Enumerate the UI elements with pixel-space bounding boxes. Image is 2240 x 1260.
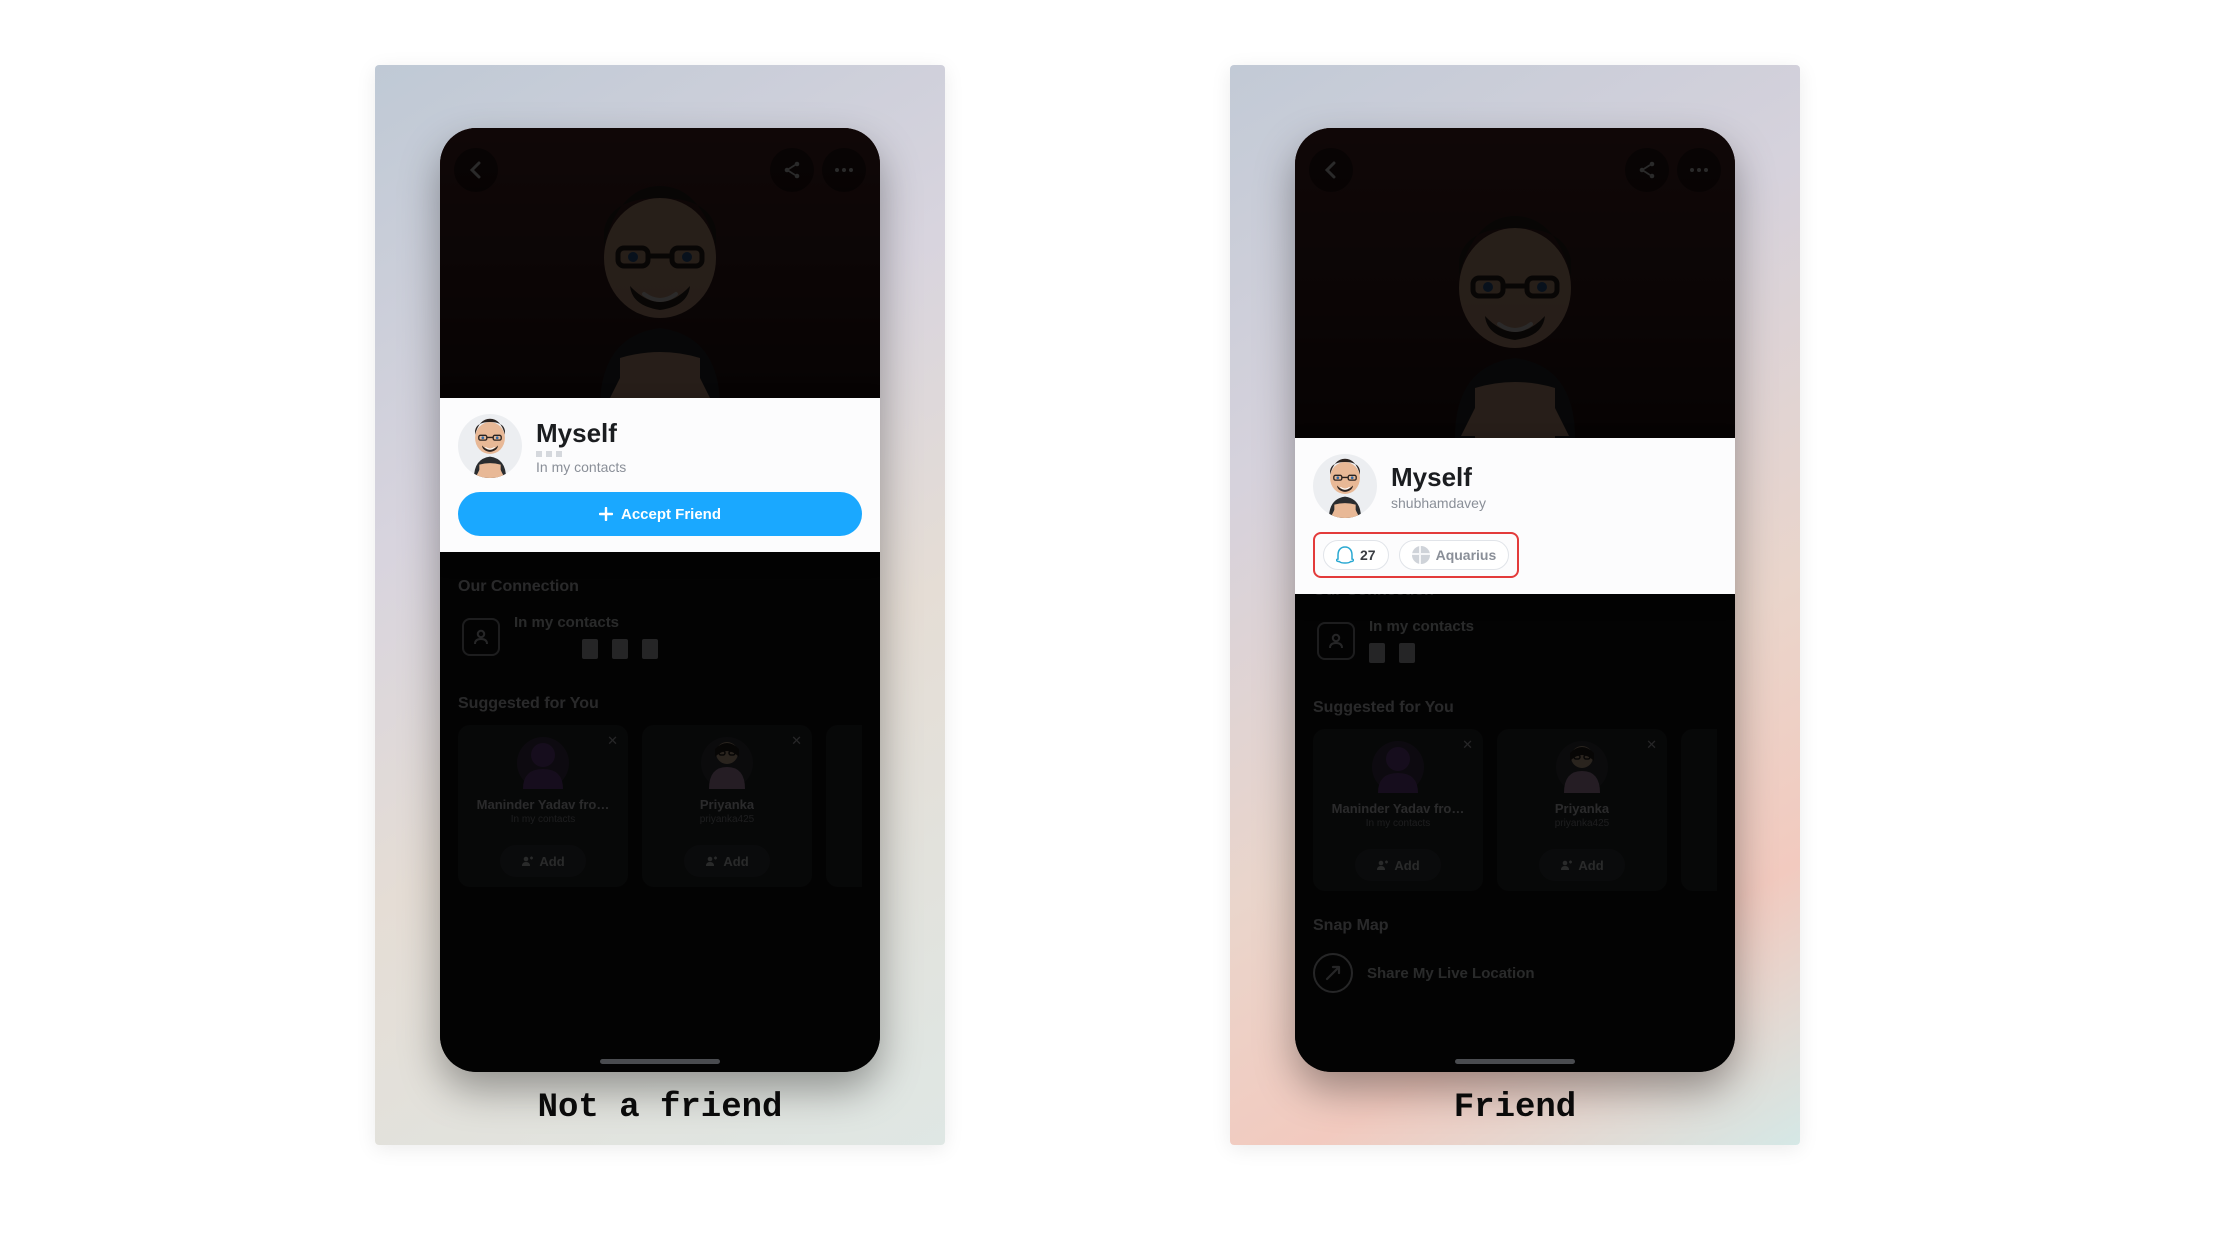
avatar[interactable]	[1313, 454, 1377, 518]
panel-caption: Not a friend	[375, 1089, 945, 1127]
profile-card: Myself In my contacts Accept Friend	[440, 398, 880, 552]
avatar[interactable]	[458, 414, 522, 478]
phone-frame: Myself shubhamdavey 27 Aquarius O	[1295, 128, 1735, 1072]
accept-friend-button[interactable]: Accept Friend	[458, 492, 862, 536]
home-indicator	[600, 1059, 720, 1064]
zodiac-icon	[1412, 546, 1430, 564]
badges-highlight-box: 27 Aquarius	[1313, 532, 1519, 578]
comparison-panel-friend: Myself shubhamdavey 27 Aquarius O	[1230, 65, 1800, 1145]
snapscore-value: 27	[1360, 547, 1376, 563]
plus-icon	[599, 507, 613, 521]
profile-name: Myself	[536, 418, 626, 449]
accept-friend-label: Accept Friend	[621, 506, 721, 523]
zodiac-label: Aquarius	[1436, 547, 1497, 563]
phone-screen: Myself shubhamdavey 27 Aquarius O	[1295, 128, 1735, 1072]
profile-username: shubhamdavey	[1391, 495, 1486, 511]
ghost-icon	[1336, 546, 1354, 564]
profile-card: Myself shubhamdavey 27 Aquarius	[1295, 438, 1735, 594]
panel-caption: Friend	[1230, 1089, 1800, 1127]
home-indicator	[1455, 1059, 1575, 1064]
phone-frame: Myself In my contacts Accept Friend Our …	[440, 128, 880, 1072]
username-hidden	[536, 451, 626, 457]
dim-overlay	[1295, 128, 1735, 1072]
zodiac-badge[interactable]: Aquarius	[1399, 540, 1510, 570]
dim-overlay	[440, 128, 880, 1072]
comparison-panel-not-friend: Myself In my contacts Accept Friend Our …	[375, 65, 945, 1145]
snapscore-badge[interactable]: 27	[1323, 540, 1389, 570]
phone-screen: Myself In my contacts Accept Friend Our …	[440, 128, 880, 1072]
contacts-label: In my contacts	[536, 459, 626, 475]
profile-name: Myself	[1391, 462, 1486, 493]
